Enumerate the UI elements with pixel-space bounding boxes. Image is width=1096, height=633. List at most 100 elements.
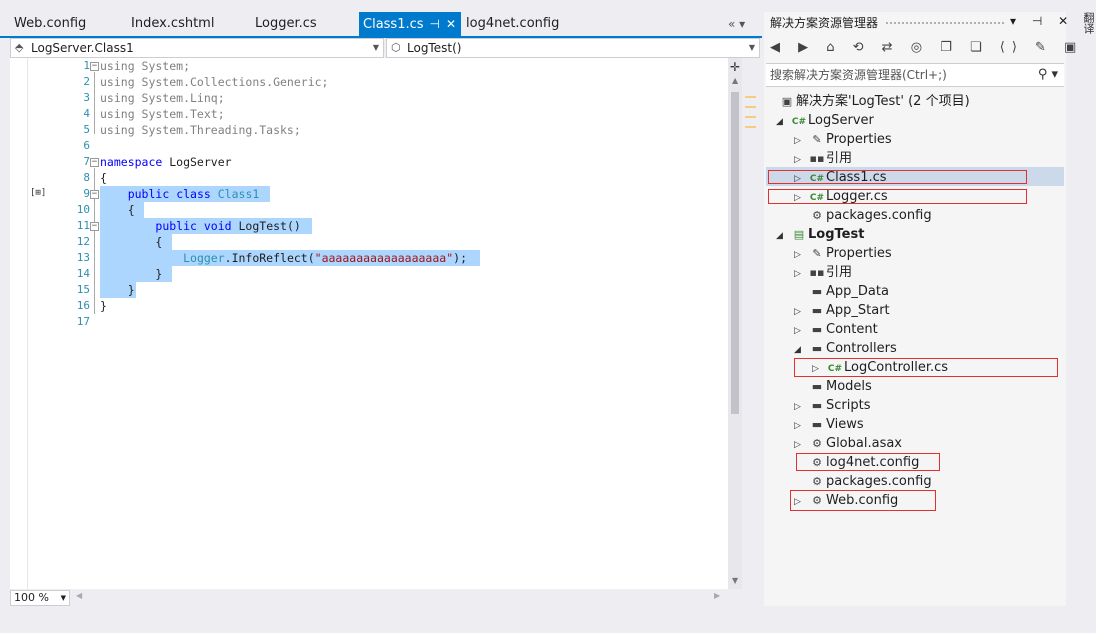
tree-item-solution[interactable]: ▣ 解决方案'LogTest' (2 个项目) [778,92,970,111]
pin-icon[interactable]: ⊣ [430,12,440,36]
tree-item-logserver[interactable]: ◢ C# LogServer [776,111,874,130]
annotation-box [794,358,1058,377]
tree-item-controllers[interactable]: ◢ ▬ Controllers [794,339,897,358]
code-line[interactable]: using System; [100,58,190,74]
side-tab-translate[interactable]: 翻译 [1068,12,1096,42]
solution-search-input[interactable]: 搜索解决方案资源管理器(Ctrl+;) ⚲ ▾ [766,63,1064,87]
annotation-box [768,189,1027,204]
tree-label: LogServer [808,113,874,128]
code-line[interactable]: public void LogTest() [100,218,300,234]
collapse-icon[interactable]: − [90,62,99,71]
code-line[interactable]: { [100,234,162,250]
zoom-dropdown[interactable]: 100 % ▼ [10,590,70,606]
code-line[interactable]: using System.Text; [100,106,225,122]
references-icon: ▪▪ [809,266,825,279]
tab-label: Logger.cs [255,16,317,31]
references-icon: ▪▪ [809,152,825,165]
code-line[interactable]: { [100,170,107,186]
folder-icon: ▬ [811,380,823,393]
tree-item-app-data[interactable]: ▬ App_Data [808,282,889,301]
code-line[interactable]: } [100,298,107,314]
chevron-down-icon: ▼ [372,43,379,52]
change-marker [745,126,756,128]
close-icon[interactable]: ✕ [446,12,456,36]
code-line[interactable]: namespace LogServer [100,154,232,170]
tree-item-app-start[interactable]: ▷ ▬ App_Start [794,301,890,320]
tab-label: log4net.config [466,16,560,31]
scrollbar-thumb[interactable] [731,92,739,414]
type-name: Class1 [217,187,260,201]
chevron-down-icon: ▼ [748,43,755,52]
tree-label: Content [826,322,878,337]
grip-handle[interactable] [885,21,1005,26]
folder-icon: ▬ [811,285,823,298]
code-editor[interactable]: [⊞] 1 2 3 4 5 6 7 8 9 10 11 12 13 14 15 … [10,58,728,589]
line-number: 8 [83,171,90,184]
tree-label: App_Start [826,303,890,318]
tab-logger-cs[interactable]: Logger.cs [255,12,317,36]
line-number: 13 [76,251,90,264]
code-line[interactable]: public class Class1 [100,186,260,202]
tab-web-config[interactable]: Web.config [14,12,86,36]
tree-item-global-asax[interactable]: ▷ ⚙ Global.asax [794,434,902,453]
tab-log4net-config[interactable]: log4net.config [466,12,559,36]
folder-icon: ▬ [811,323,823,336]
code-line[interactable]: Logger.InfoReflect("aaaaaaaaaaaaaaaaaa")… [100,250,467,266]
search-icon[interactable]: ⚲ ▾ [1038,64,1058,86]
tree-item-content[interactable]: ▷ ▬ Content [794,320,878,339]
class-navigation-dropdown[interactable]: ⬘ LogServer.Class1 ▼ [10,38,384,58]
tree-label: Properties [826,132,892,147]
expanded-arrow-icon[interactable]: ◢ [776,227,790,246]
breakpoint-glyph-icon[interactable]: [⊞] [30,188,46,198]
expanded-arrow-icon[interactable]: ◢ [776,113,790,132]
folder-icon: ▬ [811,342,823,355]
scroll-up-icon[interactable]: ▲ [732,76,738,85]
keyword: public [155,219,197,233]
collapsed-arrow-icon[interactable]: ▷ [794,265,808,284]
document-tab-bar: Web.config Index.cshtml Logger.cs Class1… [0,12,762,36]
tab-label: Web.config [14,16,87,31]
tree-item-packages-config[interactable]: ⚙ packages.config [808,472,932,491]
tree-item-packages-config[interactable]: ⚙ packages.config [808,206,932,225]
tree-item-properties[interactable]: ▷ ✎ Properties [794,244,892,263]
type-name: Logger [183,251,225,265]
tab-label: Index.cshtml [131,16,215,31]
tree-item-logtest[interactable]: ◢ ▤ LogTest [776,225,864,244]
keyword: void [203,219,232,233]
tree-item-scripts[interactable]: ▷ ▬ Scripts [794,396,870,415]
identifier: LogServer [162,155,232,169]
code-line[interactable]: using System.Collections.Generic; [100,74,328,90]
code-line[interactable]: { [100,202,135,218]
tab-class1-cs[interactable]: Class1.cs ⊣ ✕ [359,12,461,36]
tree-item-references[interactable]: ▷ ▪▪ 引用 [794,263,852,282]
tree-label: 解决方案'LogTest' (2 个项目) [796,94,970,109]
panel-title-controls[interactable]: ▾ ⊣ ✕ [1010,14,1074,28]
code-line[interactable]: using System.Threading.Tasks; [100,122,301,138]
tree-label: Scripts [826,398,871,413]
tree-item-properties[interactable]: ▷ ✎ Properties [794,130,892,149]
scroll-down-icon[interactable]: ▼ [732,576,738,585]
panel-title: 解决方案资源管理器 [770,16,879,30]
collapse-icon[interactable]: − [90,222,99,231]
scroll-left-icon[interactable]: ◀ [76,591,82,600]
config-file-icon: ⚙ [812,209,822,222]
solution-explorer-toolbar[interactable]: ◀ ▶ ⌂ ⟲ ⇄ ◎ ❐ ❏ ⟨⟩ ✎ ▣ [770,40,1083,60]
tree-item-models[interactable]: ▬ Models [808,377,872,396]
scroll-right-icon[interactable]: ▶ [714,591,720,600]
split-icon[interactable]: ✛ [730,60,740,74]
tab-index-cshtml[interactable]: Index.cshtml [131,12,214,36]
collapse-icon[interactable]: − [90,190,99,199]
member-navigation-dropdown[interactable]: ⬡ LogTest() ▼ [386,38,760,58]
line-number: 1 [83,59,90,72]
annotation-box [768,170,1027,184]
collapse-icon[interactable]: − [90,158,99,167]
tree-item-views[interactable]: ▷ ▬ Views [794,415,864,434]
solution-icon: ▣ [781,95,793,108]
tree-item-references[interactable]: ▷ ▪▪ 引用 [794,149,852,168]
code-line[interactable]: using System.Linq; [100,90,225,106]
code-line[interactable]: } [100,282,135,298]
tab-overflow-icon[interactable]: « ▾ [728,12,745,36]
code-line[interactable]: } [100,266,162,282]
tree-label: Views [826,417,864,432]
tree-label: LogTest [808,227,865,242]
